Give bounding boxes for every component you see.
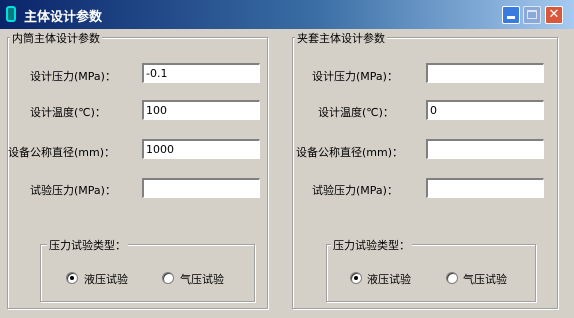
jacket-test-pressure-label: 试验压力(MPa)： <box>312 184 398 197</box>
inner-test-pressure-label: 试验压力(MPa)： <box>30 184 116 197</box>
jacket-temperature-label: 设计温度(℃)： <box>318 106 394 119</box>
jacket-hydraulic-label[interactable]: 液压试验 <box>367 271 411 287</box>
maximize-icon <box>527 10 537 19</box>
title-bar[interactable]: 主体设计参数 ✕ <box>0 0 574 29</box>
jacket-pressure-input[interactable] <box>426 63 544 83</box>
maximize-button[interactable] <box>523 6 541 24</box>
jacket-pneumatic-radio[interactable] <box>446 272 458 284</box>
minimize-icon <box>507 16 515 19</box>
inner-diameter-input[interactable] <box>142 139 260 159</box>
window-title: 主体设计参数 <box>24 10 103 25</box>
inner-temperature-label: 设计温度(℃)： <box>30 106 106 119</box>
inner-pressure-input[interactable] <box>142 63 260 83</box>
jacket-diameter-input[interactable] <box>426 139 544 159</box>
jacket-pneumatic-label[interactable]: 气压试验 <box>463 271 507 287</box>
inner-pneumatic-radio[interactable] <box>162 272 174 284</box>
inner-test-type-title: 压力试验类型： <box>47 237 128 253</box>
inner-pneumatic-label[interactable]: 气压试验 <box>180 271 224 287</box>
jacket-hydraulic-radio[interactable] <box>350 272 362 284</box>
inner-group-title: 内筒主体设计参数 <box>10 30 102 46</box>
jacket-diameter-label: 设备公称直径(mm)： <box>296 146 404 159</box>
inner-hydraulic-label[interactable]: 液压试验 <box>84 271 128 287</box>
inner-temperature-input[interactable] <box>142 100 260 120</box>
app-icon <box>6 6 16 22</box>
inner-diameter-label: 设备公称直径(mm)： <box>8 146 116 159</box>
jacket-temperature-input[interactable] <box>426 100 544 120</box>
minimize-button[interactable] <box>502 6 520 24</box>
close-button[interactable]: ✕ <box>545 6 563 24</box>
inner-test-pressure-input[interactable] <box>142 178 260 198</box>
inner-hydraulic-radio[interactable] <box>66 272 78 284</box>
jacket-test-pressure-input[interactable] <box>426 178 544 198</box>
jacket-group-title: 夹套主体设计参数 <box>295 30 387 46</box>
jacket-test-type-title: 压力试验类型： <box>331 237 412 253</box>
inner-pressure-label: 设计压力(MPa)： <box>30 70 116 83</box>
jacket-pressure-label: 设计压力(MPa)： <box>312 70 398 83</box>
